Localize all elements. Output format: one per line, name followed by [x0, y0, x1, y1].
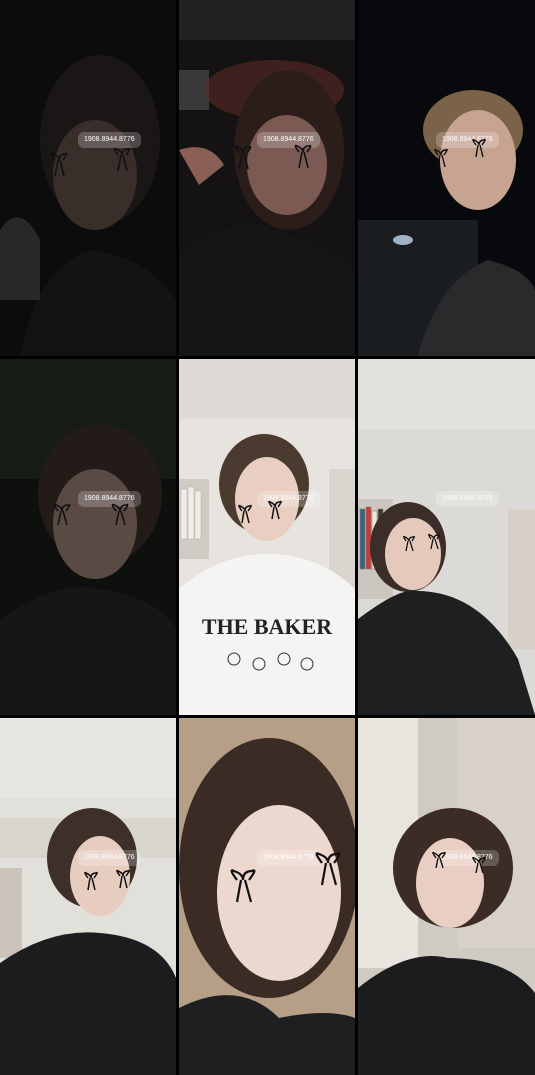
watermark-label: 1908.8944.8776 — [436, 850, 499, 866]
watermark-label: 1908.8944.8776 — [78, 491, 141, 507]
video-tile-2: 1908.8944.8776 — [179, 0, 355, 356]
video-tile-8: 1908.8944.8776 — [179, 718, 355, 1075]
video-tile-7: 1908.8944.8776 — [0, 718, 176, 1075]
video-tile-6: 1908.8944.8776 — [358, 359, 535, 715]
watermark-label: 1908.8944.8776 — [257, 491, 320, 507]
video-tile-1: 1908.8944.8776 — [0, 0, 176, 356]
video-tile-4: 1908.8944.8776 — [0, 359, 176, 715]
car-interior-portrait-scene — [179, 0, 355, 356]
room-portrait-scene — [0, 718, 176, 1075]
dark-foliage-portrait-scene — [0, 359, 176, 715]
low-angle-portrait-scene — [358, 718, 535, 1075]
watermark-label: 1908.8944.8776 — [78, 132, 141, 148]
watermark-label: 1908.8944.8776 — [436, 491, 499, 507]
night-outdoor-portrait-scene — [358, 0, 535, 356]
video-tile-9: 1908.8944.8776 — [358, 718, 535, 1075]
shirt-print-text: THE BAKER — [202, 614, 333, 639]
watermark-label: 1908.8944.8776 — [436, 132, 499, 148]
watermark-label: 1908.8944.8776 — [257, 132, 320, 148]
dark-portrait-scene — [0, 0, 176, 356]
bookshelf-room-portrait-scene: THE BAKER — [179, 359, 355, 715]
watermark-label: 1908.8944.8776 — [78, 850, 141, 866]
video-tile-5: THE BAKER 1908.8944.8776 — [179, 359, 355, 715]
room-portrait-scene — [358, 359, 535, 715]
video-collage-grid: 1908.8944.8776 1908.8944.8776 1908.8944.… — [0, 0, 535, 1075]
watermark-label: 1908.8944.8776 — [257, 850, 320, 866]
closeup-portrait-scene — [179, 718, 355, 1075]
video-tile-3: 1908.8944.8776 — [358, 0, 535, 356]
